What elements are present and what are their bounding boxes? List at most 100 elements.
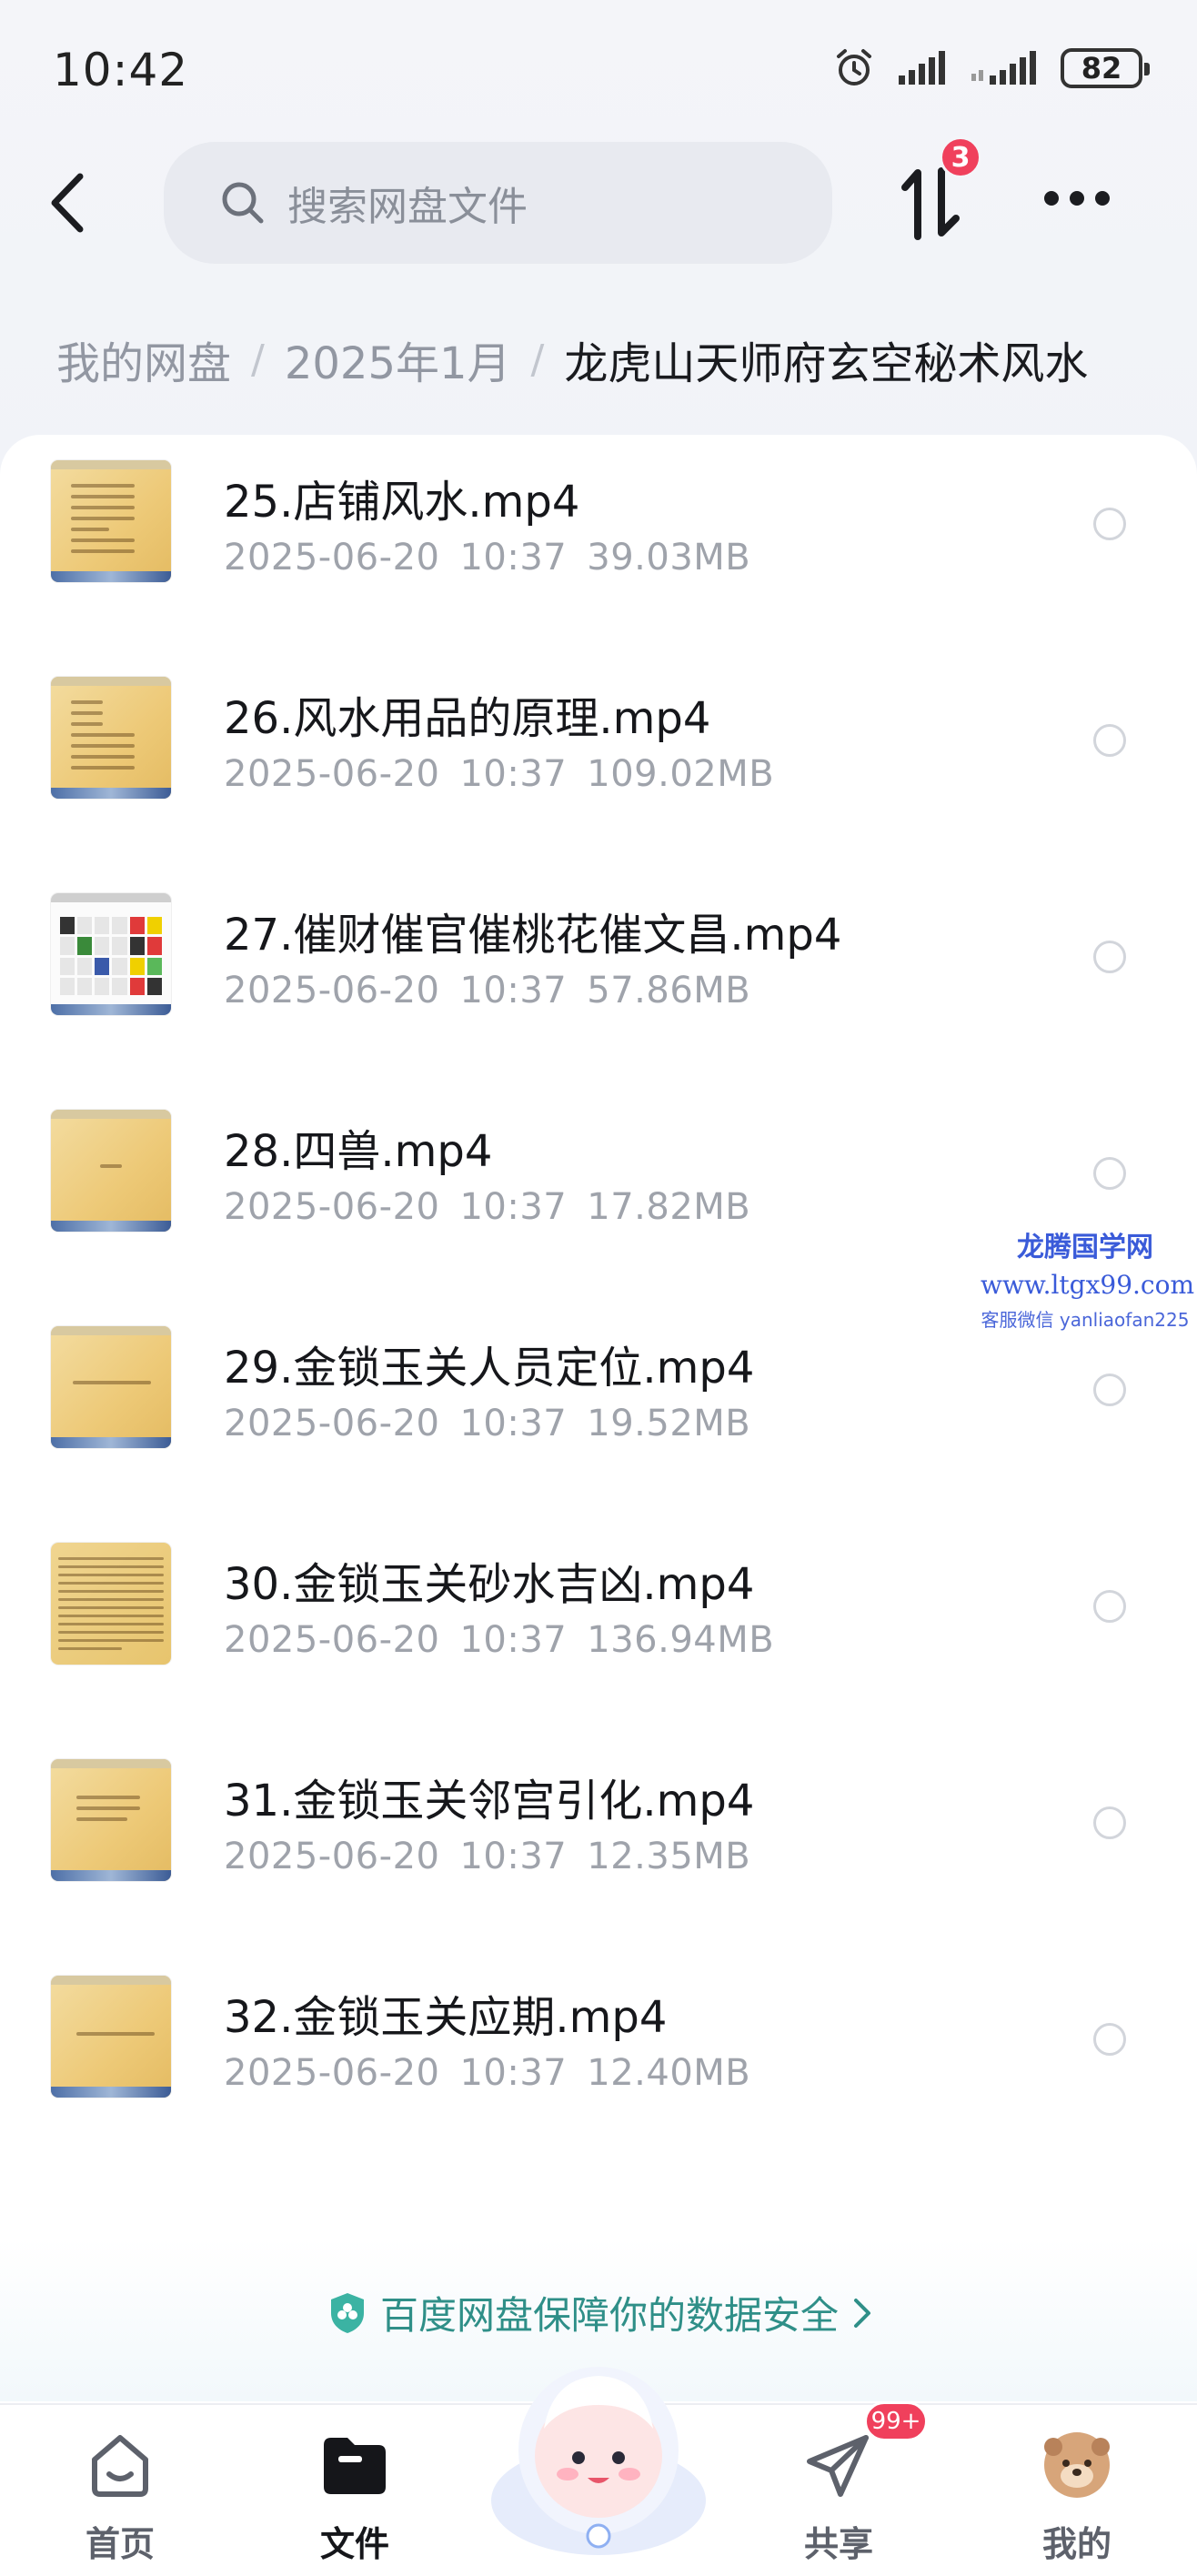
file-date: 2025-06-20	[224, 753, 440, 795]
nav-mine-label: 我的	[1041, 2524, 1112, 2564]
file-size: 57.86MB	[587, 970, 751, 1011]
send-icon	[807, 2435, 869, 2497]
video-thumbnail	[51, 1326, 171, 1448]
video-thumbnail	[51, 677, 171, 799]
file-row[interactable]: 31.金锁玉关邻宫引化.mp4 2025-06-20 10:37 12.35MB	[0, 1734, 1197, 1950]
back-button[interactable]	[44, 171, 98, 235]
file-date: 2025-06-20	[224, 1403, 440, 1444]
status-bar: 10:42 82	[0, 0, 1197, 136]
breadcrumb-separator: /	[530, 336, 545, 383]
video-thumbnail	[51, 1543, 171, 1665]
file-meta: 2025-06-20 10:37 57.86MB	[224, 970, 750, 1011]
video-thumbnail	[51, 1759, 171, 1881]
breadcrumb-item-root[interactable]: 我的网盘	[56, 327, 231, 391]
transfer-count-badge: 3	[940, 136, 981, 178]
home-icon	[92, 2435, 148, 2497]
mascot-center-button[interactable]	[480, 2341, 717, 2569]
file-date: 2025-06-20	[224, 1836, 440, 1877]
file-meta: 2025-06-20 10:37 12.35MB	[224, 1836, 750, 1877]
file-row[interactable]: 27.催财催官催桃花催文昌.mp4 2025-06-20 10:37 57.86MB	[0, 868, 1197, 1084]
video-thumbnail	[51, 1110, 171, 1232]
file-time: 10:37	[459, 1186, 568, 1228]
file-name: 28.四兽.mp4	[224, 1126, 493, 1177]
file-row[interactable]: 30.金锁玉关砂水吉凶.mp4 2025-06-20 10:37 136.94MB	[0, 1517, 1197, 1734]
file-meta: 2025-06-20 10:37 17.82MB	[224, 1186, 750, 1228]
search-icon	[222, 182, 264, 224]
file-date: 2025-06-20	[224, 537, 440, 579]
search-input[interactable]: 搜索网盘文件	[164, 142, 832, 264]
file-time: 10:37	[459, 753, 568, 795]
video-thumbnail	[51, 460, 171, 582]
signal-icon	[897, 50, 948, 86]
breadcrumb-item-folder[interactable]: 2025年1月	[285, 327, 511, 391]
nav-files-label: 文件	[319, 2524, 389, 2564]
file-meta: 2025-06-20 10:37 19.52MB	[224, 1403, 750, 1444]
file-date: 2025-06-20	[224, 970, 440, 1011]
file-time: 10:37	[459, 537, 568, 579]
folder-icon	[324, 2438, 386, 2494]
file-name: 26.风水用品的原理.mp4	[224, 693, 711, 744]
select-checkbox[interactable]	[1093, 1374, 1126, 1406]
file-meta: 2025-06-20 10:37 12.40MB	[224, 2052, 750, 2094]
file-date: 2025-06-20	[224, 1619, 440, 1661]
video-thumbnail	[51, 1976, 171, 2098]
mascot-icon	[491, 2367, 706, 2555]
select-checkbox[interactable]	[1093, 1806, 1126, 1839]
file-size: 17.82MB	[587, 1186, 751, 1228]
file-row[interactable]: 32.金锁玉关应期.mp4 2025-06-20 10:37 12.40MB	[0, 1950, 1197, 2167]
file-time: 10:37	[459, 2052, 568, 2094]
file-time: 10:37	[459, 1403, 568, 1444]
file-row[interactable]: 29.金锁玉关人员定位.mp4 2025-06-20 10:37 19.52MB	[0, 1301, 1197, 1517]
file-meta: 2025-06-20 10:37 39.03MB	[224, 537, 750, 579]
battery-level: 82	[1081, 51, 1122, 86]
breadcrumb-item-current: 龙虎山天师府玄空秘术风水	[564, 338, 1089, 389]
more-dot-icon	[1044, 191, 1059, 206]
select-checkbox[interactable]	[1093, 2023, 1126, 2056]
security-text: 百度网盘保障你的数据安全	[380, 2293, 840, 2338]
nav-mine[interactable]: 我的	[1004, 2429, 1150, 2565]
search-placeholder: 搜索网盘文件	[287, 184, 528, 230]
select-checkbox[interactable]	[1093, 1590, 1126, 1623]
chevron-right-icon	[854, 2298, 871, 2328]
file-size: 109.02MB	[587, 753, 775, 795]
more-dot-icon	[1070, 191, 1084, 206]
select-checkbox[interactable]	[1093, 1157, 1126, 1190]
signal-icon-secondary	[970, 50, 1039, 86]
file-name: 27.催财催官催桃花催文昌.mp4	[224, 910, 842, 961]
watermark-title: 龙腾国学网	[1017, 1232, 1153, 1263]
watermark: 龙腾国学网 www.ltgx99.com 客服微信 yanliaofan225	[981, 1224, 1194, 1332]
file-row[interactable]: 25.店铺风水.mp4 2025-06-20 10:37 39.03MB	[0, 435, 1197, 651]
nav-home[interactable]: 首页	[47, 2429, 193, 2565]
select-checkbox[interactable]	[1093, 724, 1126, 757]
file-meta: 2025-06-20 10:37 136.94MB	[224, 1619, 774, 1661]
status-icons: 82	[833, 47, 1150, 89]
share-count-badge: 99+	[864, 2401, 928, 2441]
chevron-left-icon	[51, 173, 84, 233]
nav-files[interactable]: 文件	[282, 2429, 428, 2565]
file-size: 39.03MB	[587, 537, 751, 579]
file-list: 25.店铺风水.mp4 2025-06-20 10:37 39.03MB 26.风水…	[0, 435, 1197, 2409]
file-name: 29.金锁玉关人员定位.mp4	[224, 1343, 755, 1394]
select-checkbox[interactable]	[1093, 508, 1126, 540]
select-checkbox[interactable]	[1093, 941, 1126, 973]
alarm-icon	[833, 47, 875, 89]
more-button[interactable]	[1044, 191, 1110, 213]
nav-home-label: 首页	[85, 2524, 155, 2564]
file-name: 32.金锁玉关应期.mp4	[224, 1992, 668, 2043]
file-name: 31.金锁玉关邻宫引化.mp4	[224, 1776, 755, 1826]
file-meta: 2025-06-20 10:37 109.02MB	[224, 753, 774, 795]
avatar	[1044, 2432, 1110, 2498]
header: 搜索网盘文件 3	[0, 136, 1197, 268]
file-size: 136.94MB	[587, 1619, 775, 1661]
breadcrumb: 我的网盘 / 2025年1月 / 龙虎山天师府玄空秘术风水	[56, 327, 1088, 391]
file-time: 10:37	[459, 1619, 568, 1661]
file-row[interactable]: 26.风水用品的原理.mp4 2025-06-20 10:37 109.02MB	[0, 651, 1197, 868]
nav-share[interactable]: 共享	[766, 2429, 911, 2565]
file-size: 12.35MB	[587, 1836, 751, 1877]
file-size: 19.52MB	[587, 1403, 751, 1444]
shield-icon	[331, 2292, 364, 2333]
nav-share-label: 共享	[803, 2524, 873, 2564]
file-date: 2025-06-20	[224, 1186, 440, 1228]
breadcrumb-separator: /	[251, 336, 265, 383]
security-link[interactable]: 百度网盘保障你的数据安全	[327, 2285, 873, 2340]
